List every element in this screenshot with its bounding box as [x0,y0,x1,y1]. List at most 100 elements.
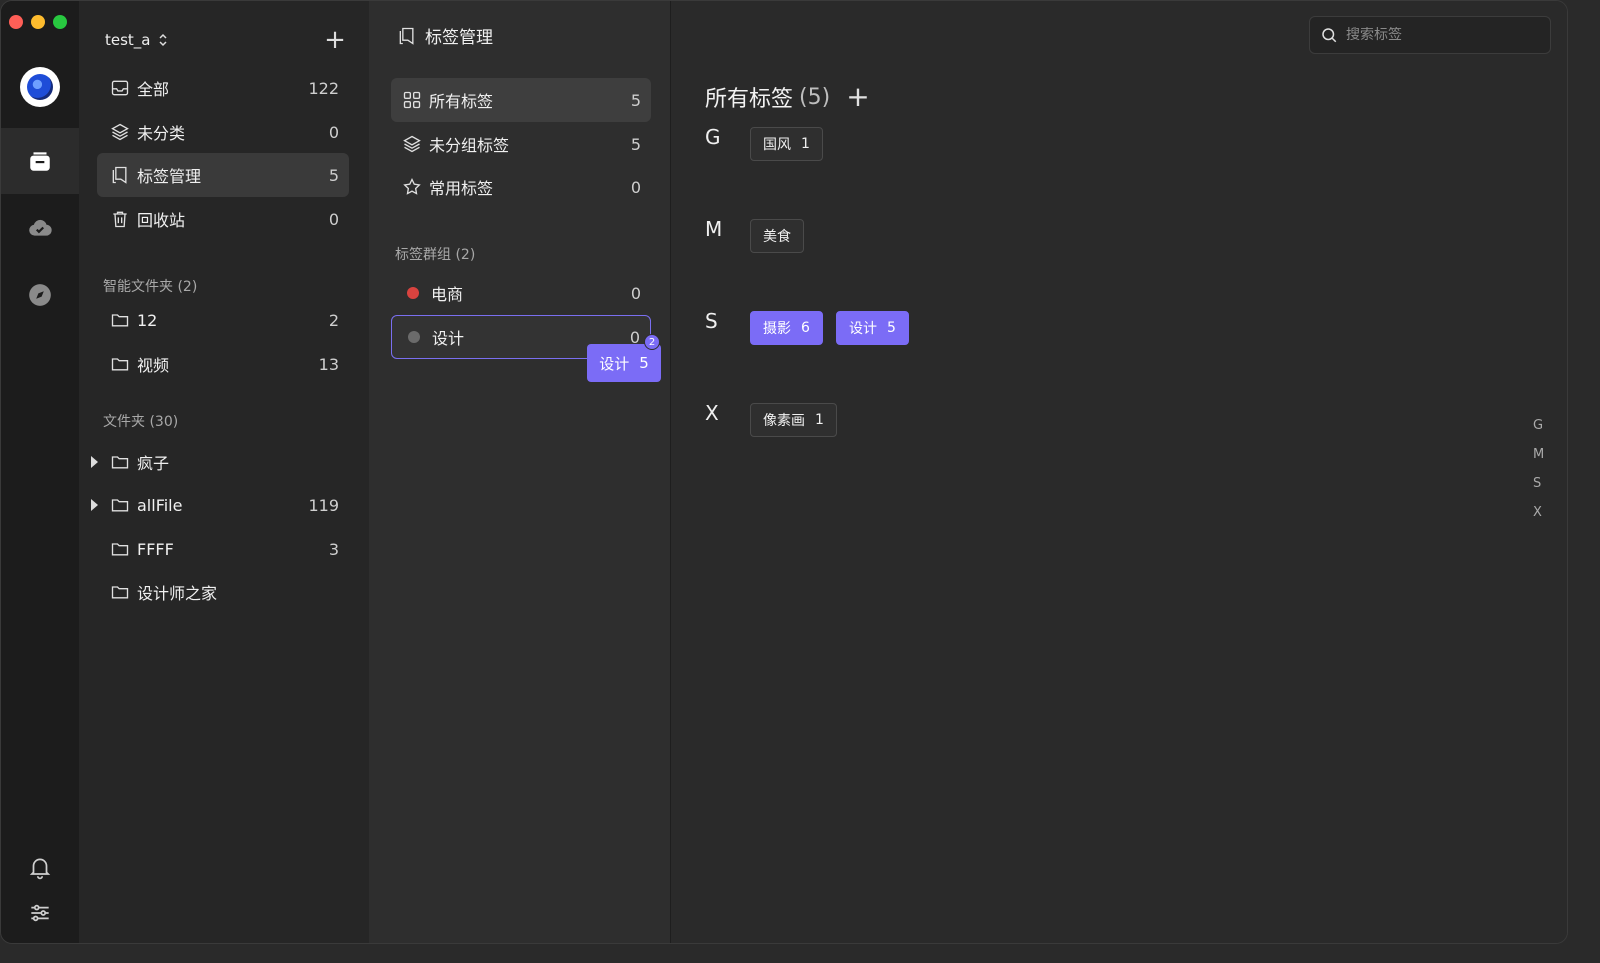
folder-label: allFile [137,495,183,515]
sidebar-item-trash[interactable]: 回收站 0 [97,197,349,241]
index-letter-g[interactable]: G [1533,418,1543,433]
dragged-tag-count: 5 [639,354,649,372]
settings-sliders-icon[interactable] [1,880,79,943]
smart-folders-header[interactable]: 智能文件夹 (2) [103,276,197,296]
library-name: test_a [105,31,151,49]
folder-icon [109,538,131,560]
sidebar-item-label: 回收站 [137,211,186,230]
close-window-button[interactable] [9,15,23,29]
grid-icon [401,89,423,111]
index-letter-m[interactable]: M [1533,447,1544,462]
zoom-window-button[interactable] [53,15,67,29]
expand-arrow-icon[interactable] [91,499,98,511]
folder-item[interactable]: allFile 119 [91,483,349,527]
index-letter-x[interactable]: X [1533,505,1542,520]
folder-count: 119 [308,495,339,515]
folder-item[interactable]: FFFF 3 [97,527,349,571]
add-tag-button[interactable]: + [846,83,869,111]
library-icon[interactable] [1,128,79,194]
folders-header[interactable]: 文件夹 (30) [103,411,178,431]
tag-icon [399,27,414,45]
folder-label: 设计师之家 [137,584,218,603]
smart-folder-item[interactable]: 12 2 [97,298,349,342]
tag-nav-count: 5 [630,90,641,110]
minimize-window-button[interactable] [31,15,45,29]
sidebar-item-uncategorized[interactable]: 未分类 0 [97,110,349,154]
tag-nav-all[interactable]: 所有标签 5 [391,78,651,122]
tag-nav-favorites[interactable]: 常用标签 0 [391,165,651,209]
tag-nav-ungrouped[interactable]: 未分组标签 5 [391,122,651,166]
sidebar-item-count: 0 [328,122,339,142]
folder-label: 疯子 [137,454,170,473]
sidebar-item-label: 未分类 [137,124,186,143]
tag-count: 1 [801,136,810,152]
smart-folder-label: 视频 [137,356,170,375]
smart-folder-count: 13 [318,354,339,374]
sidebar-item-count: 122 [308,78,339,98]
tag-name: 摄影 [763,321,791,337]
window-controls [9,15,67,29]
smart-folder-item[interactable]: 视频 13 [97,342,349,386]
inbox-icon [109,77,131,99]
section-letter: M [705,217,723,241]
folder-label: FFFF [137,539,174,559]
cloud-sync-icon[interactable] [1,195,79,261]
layers-icon [109,121,131,143]
tag-name: 美食 [763,229,791,245]
expand-arrow-icon[interactable] [91,456,98,468]
tag-nav-count: 5 [630,134,641,154]
drag-count-badge: 2 [644,334,660,350]
discover-icon[interactable] [1,262,79,328]
section-letter: X [705,401,719,425]
sidebar-item-label: 全部 [137,80,170,99]
tag-name: 像素画 [763,413,805,429]
tag-groups-header[interactable]: 标签群组 (2) [395,244,475,264]
sidebar-item-tag-management[interactable]: 标签管理 5 [97,153,349,197]
layers-icon [401,133,423,155]
sidebar-item-count: 5 [328,165,339,185]
icon-rail [1,1,79,943]
folder-item[interactable]: 疯子 [91,440,349,484]
library-switcher[interactable]: test_a [105,31,169,49]
sidebar-item-all[interactable]: 全部 122 [97,66,349,110]
tags-title-count: (5) [799,84,831,110]
add-library-button[interactable]: + [323,27,347,53]
group-color-dot [408,331,420,343]
tag-count: 1 [815,412,824,428]
search-icon [1322,28,1337,43]
tag-group-item[interactable]: 电商 0 [391,271,651,315]
sidebar-item-count: 0 [328,209,339,229]
folder-icon [109,451,131,473]
section-letter: S [705,309,718,333]
app-window: test_a + 全部 122 未分类 0 标签管理 5 回收站 0 智能文件夹… [0,0,1568,944]
tag-count: 5 [887,320,896,336]
tag-nav-label: 常用标签 [429,179,494,198]
tag-chip-selected[interactable]: 设计 5 [836,311,909,345]
search-box[interactable] [1309,16,1551,54]
trash-icon [109,208,131,230]
tag-nav-label: 未分组标签 [429,136,510,155]
tag-nav-count: 0 [630,177,641,197]
folder-count: 3 [328,539,339,559]
sidebar: test_a + 全部 122 未分类 0 标签管理 5 回收站 0 智能文件夹… [79,1,369,943]
tags-title: 所有标签 (5) + [705,81,870,113]
tag-nav-panel: 标签管理 所有标签 5 未分组标签 5 常用标签 0 标签群组 (2) 电商 0… [369,1,671,943]
tag-chip[interactable]: 像素画 1 [750,403,837,437]
folder-icon [109,353,131,375]
page-title: 标签管理 [425,28,493,48]
index-letter-s[interactable]: S [1533,476,1541,491]
folder-icon [109,494,131,516]
folder-icon [109,581,131,603]
tag-name: 设计 [849,321,877,337]
search-input[interactable] [1346,27,1536,43]
folder-item[interactable]: 设计师之家 [97,570,349,614]
tag-chip[interactable]: 国风 1 [750,127,823,161]
tag-chip-selected[interactable]: 摄影 6 [750,311,823,345]
page-header: 标签管理 [397,23,493,48]
smart-folder-count: 2 [328,310,339,330]
star-icon [401,176,423,198]
tag-group-label: 电商 [431,285,464,304]
tag-chip[interactable]: 美食 [750,219,804,253]
folder-icon [109,309,131,331]
app-logo[interactable] [20,67,60,107]
